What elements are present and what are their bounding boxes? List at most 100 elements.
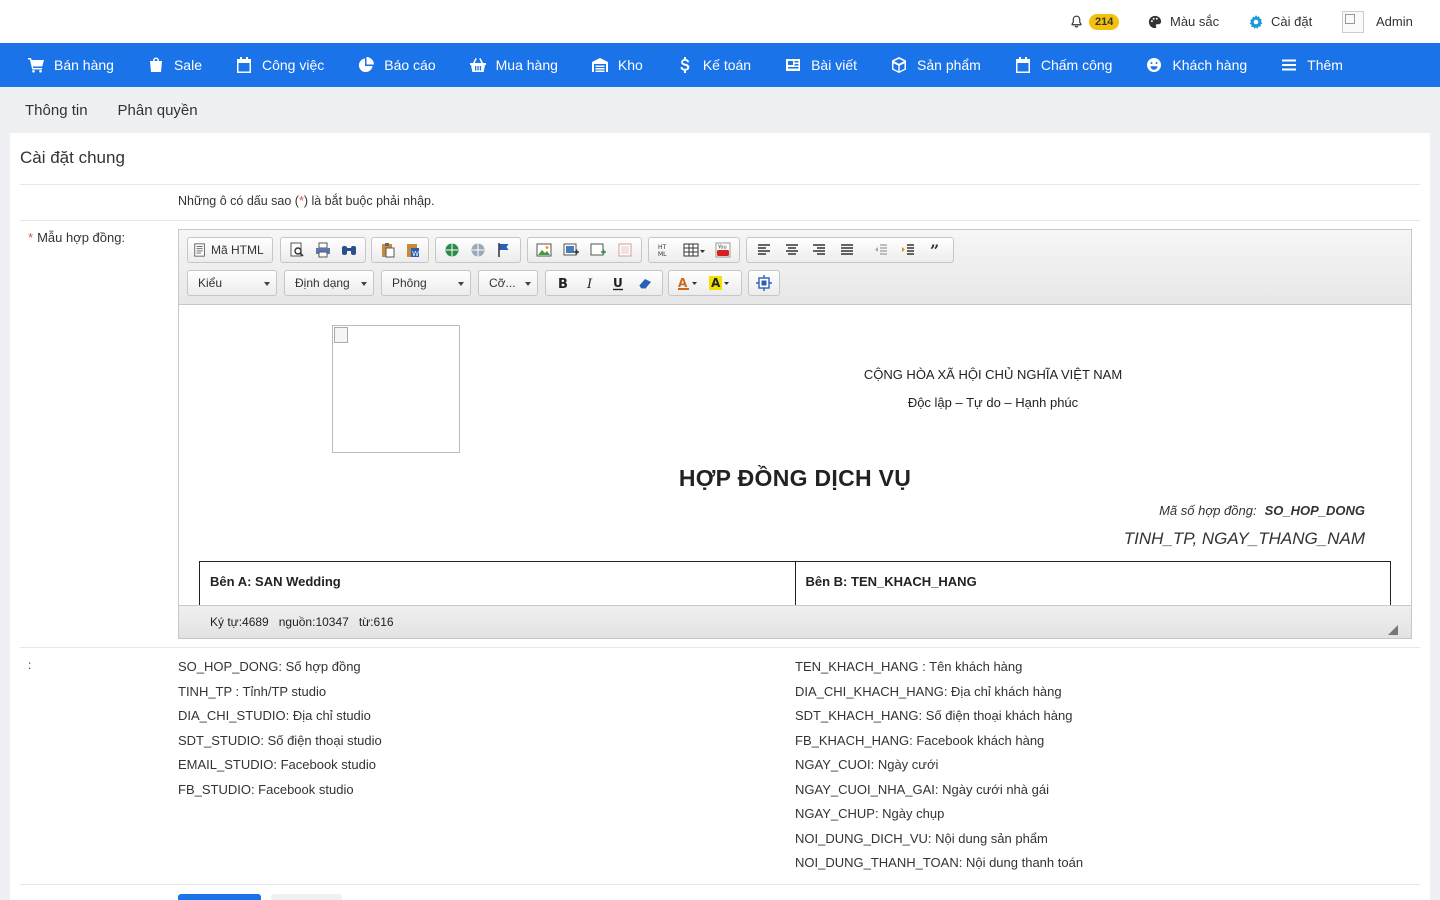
color-label: Màu sắc [1170,14,1220,29]
size-select-label: Cỡ... [489,276,516,290]
align-right-icon[interactable] [807,240,831,260]
editor-content[interactable]: CỘNG HÒA XÃ HỘI CHỦ NGHĨA VIỆT NAM Độc l… [179,305,1411,605]
list-item: SDT_STUDIO: Số điện thoại studio [178,732,382,748]
chevron-down-icon [361,282,367,286]
list-item: SO_HOP_DONG: Số hợp đồng [178,659,361,674]
divider [20,884,1420,885]
unlink-icon[interactable] [467,240,489,260]
format-select[interactable]: Định dạng [284,270,374,296]
underline-icon[interactable]: U [606,273,630,293]
flash-icon[interactable] [560,240,583,260]
bell-icon [1069,15,1083,29]
toolbar-group-links [435,237,521,263]
nav-label: Khách hàng [1172,57,1248,73]
source-button-label: Mã HTML [211,243,264,257]
divider [20,184,1420,185]
warehouse-icon [591,57,608,73]
paste-text-icon[interactable] [377,240,398,260]
nav-item-sales[interactable]: Bán hàng [28,43,114,87]
style-select[interactable]: Kiểu [187,270,277,296]
nav-item-tasks[interactable]: Công việc [236,43,324,87]
source-count: nguồn:10347 [278,615,349,629]
settings-menu[interactable]: Cài đặt [1249,0,1312,43]
source-button[interactable]: Mã HTML [187,237,273,263]
list-item: NGAY_CUOI_NHA_GAI: Ngày cưới nhà gái [795,781,1049,797]
resize-handle-icon[interactable] [1388,625,1398,635]
preview-icon[interactable] [286,240,308,260]
list-item: FB_KHACH_HANG: Facebook khách hàng [795,732,1045,748]
toolbar-group-text: B I U [545,270,663,296]
align-center-icon[interactable] [780,240,804,260]
svg-text:W: W [412,250,419,258]
cancel-button[interactable] [271,894,342,900]
image-icon[interactable] [533,240,556,260]
outdent-icon[interactable] [869,240,893,260]
toolbar-group-align: ” [746,237,954,263]
doc-republic: CỘNG HÒA XÃ HỘI CHỦ NGHĨA VIỆT NAM [863,367,1123,382]
svg-text:A: A [711,276,721,290]
chevron-down-icon [458,282,464,286]
font-select-label: Phông [392,276,427,290]
html-block-icon[interactable]: HT ML [654,240,676,260]
nav-item-purchase[interactable]: Mua hàng [469,43,558,87]
nav-item-posts[interactable]: Bài viết [785,43,857,87]
nav-label: Thêm [1307,57,1343,73]
list-item: EMAIL_STUDIO: Facebook studio [178,757,376,772]
nav-item-sale[interactable]: Sale [148,43,202,87]
nav-label: Sale [173,57,202,73]
indent-icon[interactable] [897,240,921,260]
nav-label: Sản phẩm [917,57,981,73]
list-item: SDT_KHACH_HANG: Số điện thoại khách hàng [795,708,1073,723]
nav-label: Công việc [261,57,325,73]
nav-item-reports[interactable]: Báo cáo [358,43,436,87]
toolbar-group-color: A A [668,270,742,296]
insert-item-icon[interactable] [587,240,610,260]
save-button[interactable] [178,894,261,900]
doc-contract-no: Mã số hợp đồng: SO_HOP_DONG [1159,503,1365,518]
notifications-button[interactable]: 214 [1069,0,1120,43]
nav-item-timekeeping[interactable]: Chấm công [1015,43,1112,87]
bold-icon[interactable]: B [551,273,575,293]
tab-permissions[interactable]: Phân quyền [118,102,198,119]
html-source-icon [193,240,207,260]
menu-icon [1281,57,1297,73]
list-item: FB_STUDIO: Facebook studio [178,781,354,797]
user-menu[interactable]: Admin [1342,0,1413,43]
text-color-icon[interactable]: A [674,273,702,293]
link-icon[interactable] [441,240,463,260]
contract-label-text: Mẫu hợp đồng: [37,230,126,245]
table-icon[interactable] [680,240,708,260]
find-icon[interactable] [338,240,360,260]
font-select[interactable]: Phông [381,270,471,296]
nav-item-accounting[interactable]: Kế toán [677,43,751,87]
nav-item-customers[interactable]: Khách hàng [1146,43,1247,87]
palette-icon [1148,15,1162,29]
eraser-icon[interactable] [634,273,658,293]
blockquote-icon[interactable]: ” [924,240,948,260]
style-select-label: Kiểu [198,276,223,290]
user-label: Admin [1376,14,1413,29]
align-justify-icon[interactable] [835,240,859,260]
align-left-icon[interactable] [752,240,776,260]
doc-party-table: Bên A: SAN Wedding Bên B: TEN_KHACH_HANG [199,561,1391,605]
nav-item-more[interactable]: Thêm [1281,43,1343,87]
gear-icon [1249,14,1263,29]
italic-icon[interactable]: I [579,273,603,293]
color-menu[interactable]: Màu sắc [1148,0,1219,43]
bg-color-icon[interactable]: A [706,273,734,293]
nav-label: Kế toán [702,57,752,73]
youtube-icon[interactable]: You [712,240,734,260]
anchor-icon[interactable] [493,240,515,260]
nav-item-warehouse[interactable]: Kho [591,43,643,87]
print-icon[interactable] [312,240,334,260]
iframe-icon[interactable] [613,240,636,260]
sub-tabs: Thông tin Phân quyền [10,87,213,133]
nav-item-products[interactable]: Sản phẩm [891,43,981,87]
paste-word-icon[interactable]: W [402,240,423,260]
maximize-icon[interactable] [754,273,774,293]
contract-no-value: SO_HOP_DONG [1264,503,1365,518]
tab-info[interactable]: Thông tin [25,102,88,119]
settings-label: Cài đặt [1271,14,1313,29]
top-bar: 214 Màu sắc Cài đặt Admin [0,0,1440,43]
size-select[interactable]: Cỡ... [478,270,538,296]
